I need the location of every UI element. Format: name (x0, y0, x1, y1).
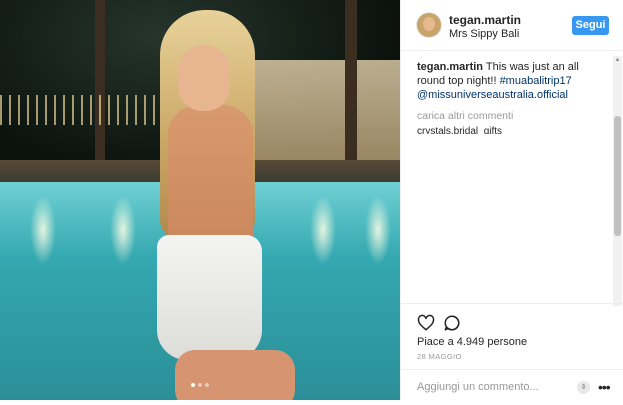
photo-person-face (178, 45, 230, 111)
comments-scrollbar[interactable]: ▲ (613, 56, 622, 306)
post-sidebar: tegan.martin Mrs Sippy Bali Segui tegan.… (400, 0, 623, 400)
caption: tegan.martin This was just an all round … (417, 60, 607, 102)
post-header: tegan.martin Mrs Sippy Bali Segui (401, 0, 623, 51)
comments-section: tegan.martin This was just an all round … (417, 60, 607, 310)
caption-hashtag[interactable]: #muabalitrip17 (500, 75, 572, 87)
comment-input[interactable] (417, 379, 567, 395)
post-date: 28 MAGGIO (417, 352, 462, 361)
follow-button[interactable]: Segui (572, 16, 609, 35)
ellipsis-icon[interactable]: ••• (598, 379, 611, 395)
carousel-dot[interactable] (198, 383, 202, 387)
carousel-indicator (0, 374, 400, 392)
photo-person-shorts (157, 235, 262, 360)
post-actions: Piace a 4.949 persone 28 MAGGIO ⇕ ••• (401, 303, 623, 395)
photo-light-reflection (365, 195, 391, 265)
post-location[interactable]: Mrs Sippy Bali (449, 28, 519, 40)
photo-person-body (168, 105, 253, 255)
photo-building (250, 60, 400, 160)
post-photo[interactable] (0, 0, 400, 400)
carousel-dot[interactable] (205, 383, 209, 387)
speech-bubble-icon[interactable] (443, 314, 461, 332)
avatar[interactable] (417, 13, 441, 37)
photo-palm-trunk (345, 0, 357, 180)
caption-username[interactable]: tegan.martin (417, 61, 483, 73)
photo-light-reflection (110, 195, 136, 265)
photo-palm-trunk (95, 0, 105, 170)
partial-comment: crystals.bridal_gifts (417, 126, 503, 134)
heart-outline-icon[interactable] (417, 314, 435, 332)
scrollbar-thumb[interactable] (614, 116, 621, 236)
caption-mention[interactable]: @missuniverseaustralia.official (417, 89, 568, 101)
photo-light-reflection (310, 195, 336, 265)
up-down-arrows-icon[interactable]: ⇕ (577, 381, 590, 394)
load-more-comments-link[interactable]: carica altri commenti (417, 109, 607, 123)
photo-string-lights (0, 95, 160, 125)
like-count[interactable]: Piace a 4.949 persone (417, 336, 527, 348)
post-username[interactable]: tegan.martin (449, 13, 521, 27)
photo-light-reflection (30, 195, 56, 265)
scroll-up-arrow-icon[interactable]: ▲ (613, 56, 622, 65)
carousel-dot[interactable] (191, 383, 195, 387)
